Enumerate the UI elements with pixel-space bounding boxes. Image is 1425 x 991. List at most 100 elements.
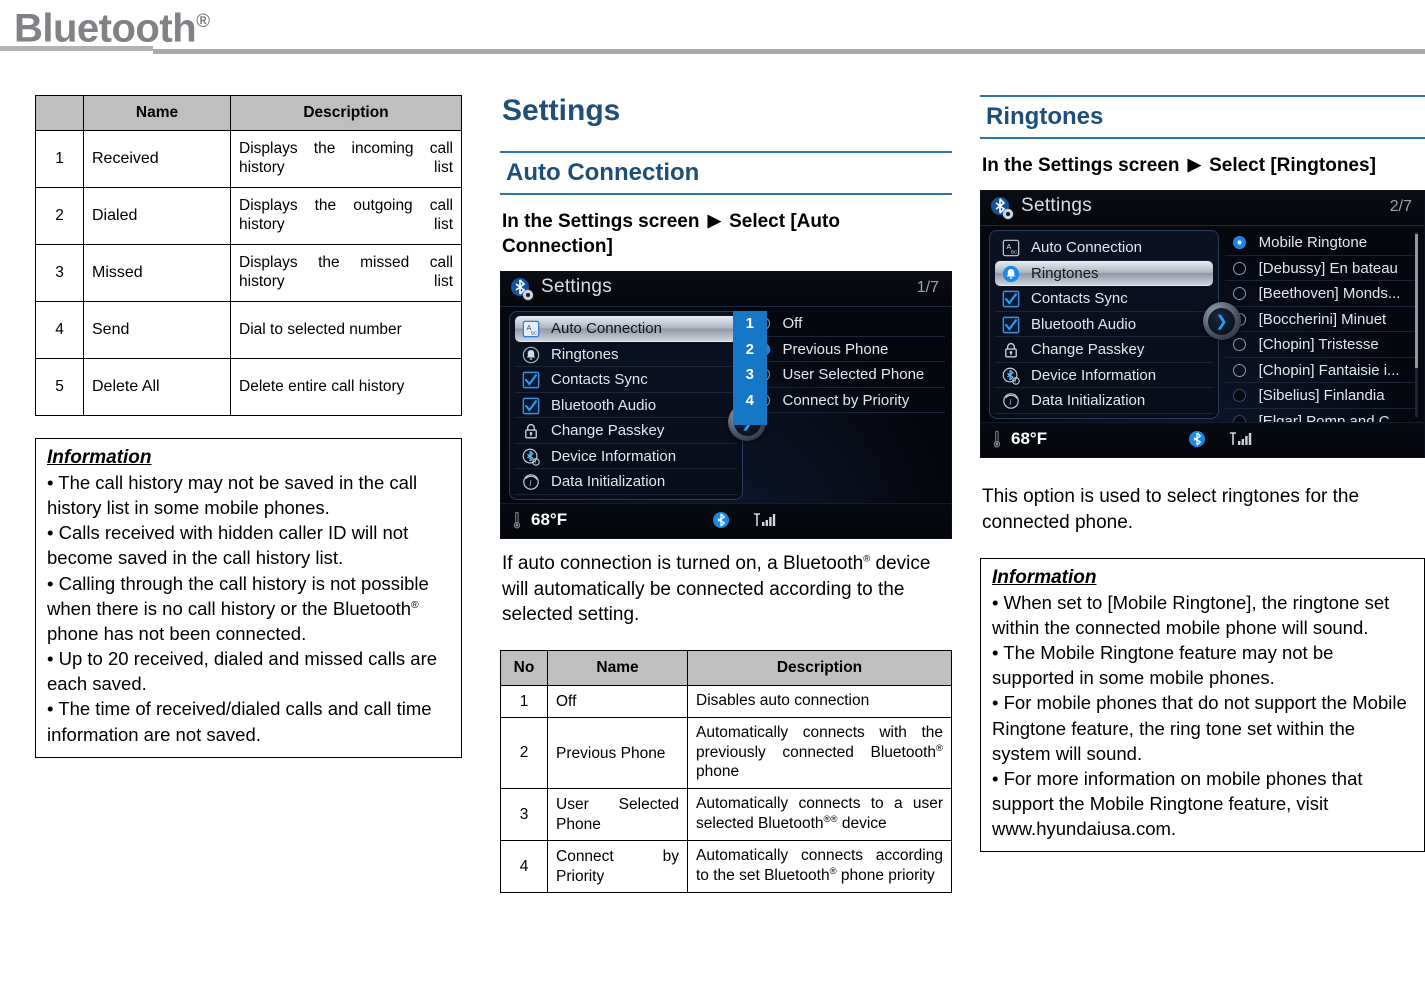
menu-item-label: Auto Connection <box>551 320 662 338</box>
option-connect-by-priority[interactable]: Connect by Priority <box>748 388 945 414</box>
option-label: [Chopin] Tristesse <box>1258 336 1379 354</box>
option-off[interactable]: Off <box>748 311 945 337</box>
col-header-no <box>35 95 84 131</box>
option-label: Mobile Ringtone <box>1258 234 1368 252</box>
section-title: Auto Connection <box>506 158 700 186</box>
ringtone-option-sibelius[interactable]: [Sibelius] Finlandia <box>1224 383 1418 409</box>
row-name: User Selected Phone <box>547 788 688 842</box>
row-name: Off <box>547 684 688 719</box>
bluetooth-status-icon <box>1189 431 1206 448</box>
row-no: 3 <box>35 244 84 302</box>
option-label: User Selected Phone <box>782 366 925 384</box>
headunit-screenshot-ringtones: Settings 2/7 A BC Auto Connection Ringto… <box>980 190 1425 459</box>
page-header: Bluetooth® <box>0 0 1425 54</box>
menu-item-label: Ringtones <box>1031 264 1099 282</box>
row-name: Received <box>83 130 231 188</box>
table-row: 4 Send Dial to selected number <box>35 301 462 359</box>
menu-item-ringtones[interactable]: Ringtones <box>515 342 737 368</box>
option-label: Previous Phone <box>782 340 889 358</box>
col-header-name: Name <box>83 95 231 131</box>
menu-item-label: Change Passkey <box>551 422 665 440</box>
table-row: 1 Off Disables auto connection <box>500 684 952 719</box>
row-name: Missed <box>83 244 231 302</box>
auto-connection-table: No Name Description 1 Off Disables auto … <box>500 649 952 894</box>
information-item: • The time of received/dialed calls and … <box>47 698 432 745</box>
section-header-ringtones: Ringtones <box>980 95 1425 140</box>
menu-item-change-passkey[interactable]: Change Passkey <box>515 418 737 444</box>
scrollbar-thumb[interactable] <box>1415 234 1418 368</box>
menu-item-ringtones[interactable]: Ringtones <box>995 260 1214 287</box>
headunit-body: A BC Auto Connection Ringtones Contacts … <box>981 226 1424 435</box>
menu-item-device-information[interactable]: i Device Information <box>995 363 1214 389</box>
radio-button[interactable] <box>1232 287 1246 301</box>
table-row: 3 Missed Displays the missed call histor… <box>35 244 462 302</box>
table-row: 3 User Selected Phone Automatically conn… <box>500 788 952 842</box>
menu-item-label: Data Initialization <box>551 473 666 491</box>
ringtone-option-beethoven[interactable]: [Beethoven] Monds... <box>1224 281 1418 307</box>
headunit-body: A BC Auto Connection Ringtones Contacts … <box>501 307 951 505</box>
menu-item-change-passkey[interactable]: Change Passkey <box>995 337 1214 363</box>
radio-button[interactable] <box>1232 261 1246 275</box>
svg-text:i: i <box>535 459 536 464</box>
bluetooth-settings-icon <box>991 197 1014 220</box>
col-header-no: No <box>500 649 548 686</box>
radio-button[interactable] <box>1232 363 1246 377</box>
step-text-before: In the Settings screen <box>982 155 1180 177</box>
row-description: Delete entire call history <box>230 358 462 416</box>
option-previous-phone[interactable]: Previous Phone <box>748 337 945 363</box>
callout-badge-2: 2 <box>732 336 767 363</box>
option-user-selected-phone[interactable]: User Selected Phone <box>748 362 945 388</box>
ringtone-option-debussy[interactable]: [Debussy] En bateau <box>1224 256 1418 282</box>
headunit-focus-knob[interactable]: ❯ <box>1202 302 1241 341</box>
ringtone-option-boccherini[interactable]: [Boccherini] Minuet <box>1224 307 1418 333</box>
ringtone-option-chopin-tristesse[interactable]: [Chopin] Tristesse <box>1224 332 1418 358</box>
col-header-description: Description <box>230 95 462 131</box>
radio-button-selected[interactable] <box>1232 236 1246 250</box>
row-no: 3 <box>500 788 548 842</box>
headunit-topbar: Settings 2/7 <box>981 191 1424 227</box>
ringtone-option-chopin-fantaisie[interactable]: [Chopin] Fantaisie i... <box>1224 358 1418 384</box>
arrow-right-icon: ▶ <box>707 210 721 230</box>
radio-button[interactable] <box>1232 338 1246 352</box>
thermometer-icon <box>993 431 1001 448</box>
row-description: Displays the missed call history list <box>230 244 462 302</box>
menu-item-label: Auto Connection <box>1031 239 1142 257</box>
row-name: Previous Phone <box>547 717 688 790</box>
call-history-table: Name Description 1 Received Displays the… <box>35 95 462 416</box>
row-name: Connect by Priority <box>547 840 688 894</box>
menu-item-data-initialization[interactable]: i Data Initialization <box>515 469 737 495</box>
menu-item-bluetooth-audio[interactable]: Bluetooth Audio <box>515 393 737 419</box>
row-description: Displays the outgoing call history list <box>230 187 462 245</box>
menu-item-auto-connection[interactable]: A BC Auto Connection <box>515 316 737 342</box>
information-item: • Up to 20 received, dialed and missed c… <box>47 648 438 695</box>
abc-icon: A BC <box>1002 240 1020 257</box>
table-row: 5 Delete All Delete entire call history <box>35 358 462 416</box>
row-name: Dialed <box>83 187 231 245</box>
menu-item-device-information[interactable]: i Device Information <box>515 444 737 470</box>
ringtone-option-mobile-ringtone[interactable]: Mobile Ringtone <box>1224 230 1418 256</box>
right-column: Ringtones In the Settings screen ▶ Selec… <box>980 95 1425 853</box>
checkbox-icon <box>522 397 540 414</box>
row-description: Automatically connects according to the … <box>687 840 952 894</box>
auto-connection-description: If auto connection is turned on, a Bluet… <box>502 553 931 626</box>
information-item: • For mobile phones that do not support … <box>992 692 1407 764</box>
bluetooth-info-icon: i <box>522 448 540 466</box>
row-no: 2 <box>35 187 84 245</box>
scrollbar-track[interactable] <box>1415 232 1418 418</box>
menu-item-contacts-sync[interactable]: Contacts Sync <box>995 286 1214 312</box>
registered-mark: ® <box>196 11 210 32</box>
menu-item-label: Contacts Sync <box>551 371 648 389</box>
bluetooth-settings-icon <box>511 278 534 301</box>
row-description: Automatically connects with the previous… <box>687 717 952 790</box>
information-item: • The call history may not be saved in t… <box>47 472 418 519</box>
middle-column: Settings Auto Connection In the Settings… <box>500 95 952 894</box>
step-text-before: In the Settings screen <box>502 210 700 232</box>
bell-icon <box>1002 265 1020 283</box>
menu-item-data-initialization[interactable]: i Data Initialization <box>995 388 1214 414</box>
information-box-ringtones: Information • When set to [Mobile Ringto… <box>980 557 1425 853</box>
menu-item-contacts-sync[interactable]: Contacts Sync <box>515 367 737 393</box>
section-header-auto-connection: Auto Connection <box>500 150 952 195</box>
radio-button[interactable] <box>1232 389 1246 403</box>
menu-item-bluetooth-audio[interactable]: Bluetooth Audio <box>995 312 1214 338</box>
menu-item-auto-connection[interactable]: A BC Auto Connection <box>995 235 1214 261</box>
